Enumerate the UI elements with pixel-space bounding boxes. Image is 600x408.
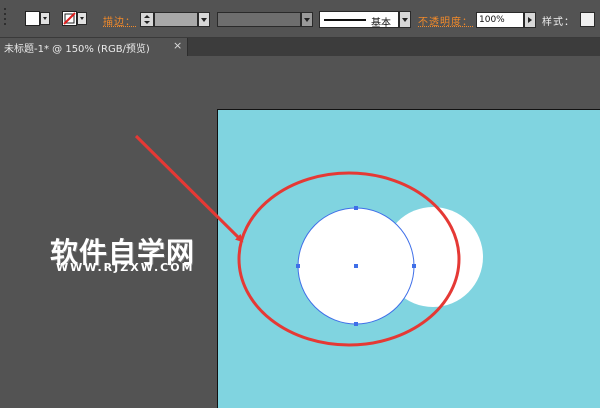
document-tab-bar: 未标题-1* @ 150% (RGB/预览) × xyxy=(0,38,600,56)
anchor-point-left[interactable] xyxy=(296,264,300,268)
brush-stroke-preview xyxy=(324,19,366,21)
stroke-weight-stepper[interactable] xyxy=(140,12,154,27)
style-label: 样式： xyxy=(542,17,575,28)
opacity-input[interactable]: 100% xyxy=(476,12,524,28)
document-tab[interactable]: 未标题-1* @ 150% (RGB/预览) × xyxy=(0,38,188,56)
close-tab-icon[interactable]: × xyxy=(173,39,182,52)
stroke-weight-dropdown[interactable] xyxy=(198,12,210,27)
anchor-point-bottom[interactable] xyxy=(354,322,358,326)
brush-definition-dropdown[interactable] xyxy=(399,11,411,28)
brush-definition-label: 基本 xyxy=(371,18,391,29)
stroke-dropdown-button[interactable] xyxy=(77,12,87,25)
no-stroke-icon xyxy=(63,12,76,25)
variable-width-profile-select[interactable] xyxy=(217,12,301,27)
opacity-slider-button[interactable] xyxy=(524,12,536,28)
document-tab-title: 未标题-1* @ 150% (RGB/预览) xyxy=(4,44,150,55)
fill-swatch[interactable] xyxy=(25,11,40,26)
stroke-swatch[interactable] xyxy=(62,11,77,26)
opacity-label[interactable]: 不透明度： xyxy=(418,13,473,28)
brush-definition-select[interactable]: 基本 xyxy=(319,11,399,29)
profile-dropdown[interactable] xyxy=(301,12,313,27)
center-point[interactable] xyxy=(354,264,358,268)
stroke-label[interactable]: 描边： xyxy=(103,13,136,28)
anchor-point-top[interactable] xyxy=(354,206,358,210)
graphic-style-swatch[interactable] xyxy=(580,12,595,27)
annotation-arrow xyxy=(134,134,244,243)
anchor-point-right[interactable] xyxy=(412,264,416,268)
stroke-weight-input[interactable] xyxy=(154,12,198,27)
watermark-url: WWW.RJZXW.COM xyxy=(56,261,195,274)
fill-dropdown-button[interactable] xyxy=(40,12,50,25)
canvas-area[interactable]: 软件自学网 WWW.RJZXW.COM xyxy=(0,56,600,408)
panel-grip-icon[interactable] xyxy=(2,8,10,28)
control-bar: 描边： 基本 不透明度： 100% 样式： xyxy=(0,0,600,38)
